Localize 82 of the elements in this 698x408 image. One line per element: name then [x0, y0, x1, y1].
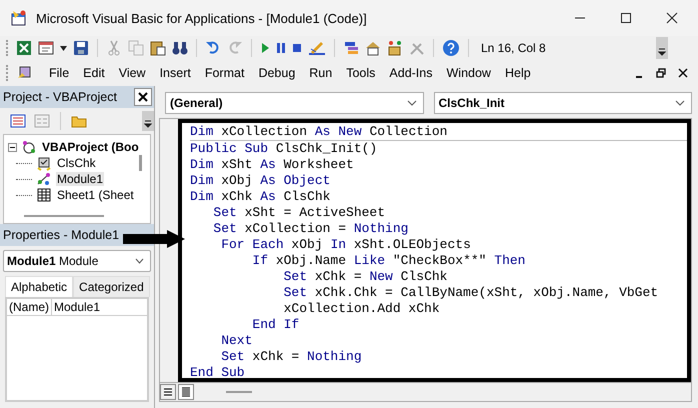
object-browser-icon[interactable]: [387, 40, 403, 56]
tab[interactable]: Alphabetic: [5, 276, 74, 297]
undo-icon[interactable]: [205, 40, 221, 56]
object-dropdown[interactable]: Module1 Module: [3, 250, 151, 272]
property-name: (Name): [7, 299, 52, 315]
design-mode-icon[interactable]: [308, 40, 326, 56]
chevron-down-icon[interactable]: [406, 100, 416, 106]
lines-icon[interactable]: [163, 388, 173, 396]
form-icon[interactable]: [38, 40, 54, 56]
menu-item[interactable]: View: [112, 66, 153, 80]
code-line: Next: [220, 333, 254, 349]
close-button[interactable]: [134, 88, 152, 106]
tree-item[interactable]: Module1: [56, 172, 104, 186]
procedure-view-button[interactable]: [160, 384, 176, 400]
code-line: Dim xCollection As New Collection: [190, 124, 687, 141]
code-line: Set xChk = Nothing: [220, 349, 363, 365]
object-dropdown[interactable]: (General): [165, 92, 424, 114]
binoculars-icon[interactable]: [172, 40, 188, 56]
save-icon[interactable]: [73, 40, 89, 56]
code-line: Set xCollection = Nothing: [212, 221, 410, 237]
code-line: End If: [251, 317, 300, 333]
code-line: Set xChk.Chk = CallByName(xSht, xObj.Name, VbGet: [282, 285, 660, 301]
chevron-down-icon[interactable]: [675, 100, 685, 106]
stop-icon[interactable]: [292, 42, 302, 54]
properties-icon[interactable]: [365, 40, 381, 56]
code-line: xCollection.Add xChk: [282, 301, 441, 317]
arrow-icon: [123, 230, 185, 248]
pause-icon[interactable]: [276, 42, 286, 54]
code-line: Dim xChk As ClsChk: [190, 189, 332, 205]
menu-item[interactable]: Tools: [339, 66, 382, 80]
property-value[interactable]: Module1: [52, 299, 102, 315]
spreadsheet-icon[interactable]: [16, 40, 32, 56]
collapse-icon[interactable]: [8, 142, 17, 152]
close-icon[interactable]: [678, 68, 688, 78]
tree-item[interactable]: ClsChk: [56, 156, 97, 170]
code-line: End Sub: [190, 365, 246, 381]
menu-item[interactable]: Help: [498, 66, 538, 80]
module-icon: [36, 171, 52, 187]
menu-item[interactable]: File: [42, 66, 76, 80]
code-line: Set xChk = New ClsChk: [282, 269, 448, 285]
project-explorer-icon[interactable]: [343, 40, 359, 56]
class-module-icon: [36, 155, 52, 171]
paste-icon[interactable]: [150, 40, 166, 56]
code-line: If xObj.Name Like "CheckBox**" Then: [251, 253, 526, 269]
procedure-dropdown[interactable]: ClsChk_Init: [434, 92, 692, 114]
menu-item[interactable]: Insert: [152, 66, 198, 80]
maximize-icon[interactable]: [620, 12, 632, 24]
cursor-position: Ln 16, Col 8: [480, 41, 546, 55]
code-line: Dim xObj As Object: [190, 173, 332, 189]
project-icon: [21, 139, 37, 155]
window-title: Microsoft Visual Basic for Applications - [Module1 (Code)]: [36, 10, 367, 26]
help-icon[interactable]: [442, 39, 460, 57]
panel-title: Properties - Module1: [3, 228, 120, 242]
toolbar-options-icon[interactable]: [658, 48, 666, 56]
code-line: Dim xSht As Worksheet: [190, 157, 355, 173]
app-icon: [10, 9, 28, 27]
code-line: Public Sub ClsChk_Init(): [190, 141, 378, 157]
menu-item[interactable]: Window: [440, 66, 498, 80]
lines-icon[interactable]: [181, 387, 191, 397]
code-editor[interactable]: [178, 119, 691, 382]
run-icon[interactable]: [260, 42, 270, 54]
menu-item[interactable]: Add-Ins: [382, 66, 440, 80]
chevron-down-icon[interactable]: [135, 258, 144, 264]
code-line: Set xSht = ActiveSheet: [212, 205, 386, 221]
view-code-icon[interactable]: [10, 114, 26, 128]
full-module-view-button[interactable]: [178, 384, 194, 400]
panel-title: Project - VBAProject: [3, 90, 117, 104]
sheet-icon: [36, 187, 52, 203]
close-icon[interactable]: [666, 12, 678, 24]
tree-item[interactable]: VBAProject (Boo: [41, 140, 140, 154]
restore-icon[interactable]: [656, 68, 666, 78]
code-line: For Each xObj In xSht.OLEObjects: [220, 237, 472, 253]
caret-icon[interactable]: [60, 46, 67, 50]
tab[interactable]: Categorized: [73, 276, 150, 297]
folder-icon[interactable]: [71, 114, 87, 128]
menu-item[interactable]: Edit: [76, 66, 112, 80]
tree-item[interactable]: Sheet1 (Sheet: [56, 188, 135, 202]
menu-item[interactable]: Debug: [251, 66, 302, 80]
menu-item[interactable]: Format: [198, 66, 252, 80]
menu-item[interactable]: Run: [302, 66, 340, 80]
toolbar-options-icon[interactable]: [144, 120, 152, 128]
close-icon[interactable]: [138, 92, 148, 102]
